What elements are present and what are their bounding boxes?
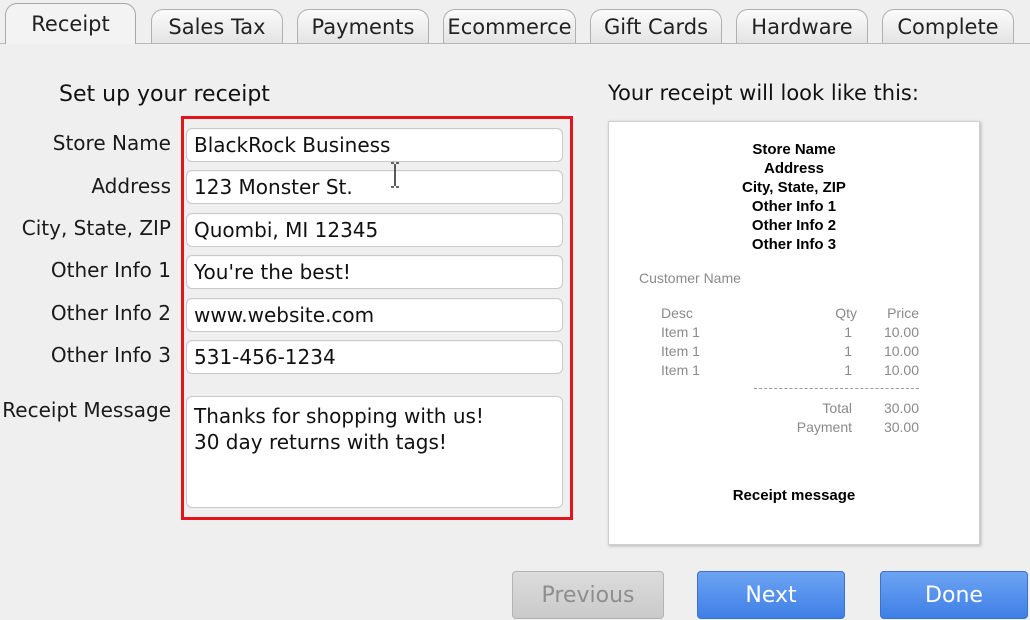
receipt-item-price: 10.00	[883, 343, 919, 359]
receipt-col-price: Price	[887, 305, 919, 321]
address-label: Address	[91, 174, 171, 198]
form-title: Set up your receipt	[59, 82, 270, 107]
tab-payments[interactable]: Payments	[297, 9, 429, 44]
receipt-item-desc: Item 1	[661, 324, 700, 340]
other-info-2-label: Other Info 2	[50, 301, 171, 325]
receipt-header-address: Address	[763, 160, 825, 177]
receipt-col-desc: Desc	[661, 305, 693, 321]
receipt-total-value: 30.00	[883, 400, 919, 416]
city-state-zip-label: City, State, ZIP	[21, 216, 171, 240]
other-info-1-label: Other Info 1	[50, 258, 171, 282]
receipt-customer-name: Customer Name	[639, 270, 741, 286]
next-button[interactable]: Next	[697, 571, 845, 619]
tab-gift-cards[interactable]: Gift Cards	[590, 9, 722, 44]
receipt-header-city: City, State, ZIP	[742, 179, 846, 196]
receipt-item-desc: Item 1	[661, 362, 700, 378]
other-info-1-input[interactable]	[186, 255, 563, 289]
receipt-item-qty: 1	[844, 324, 852, 340]
receipt-item-price: 10.00	[883, 324, 919, 340]
receipt-payment-value: 30.00	[883, 419, 919, 435]
tab-complete[interactable]: Complete	[882, 9, 1014, 44]
receipt-message-input[interactable]: Thanks for shopping with us! 30 day retu…	[186, 396, 563, 508]
receipt-item-desc: Item 1	[661, 343, 700, 359]
receipt-item-price: 10.00	[883, 362, 919, 378]
tab-sales-tax[interactable]: Sales Tax	[151, 9, 283, 44]
receipt-divider	[754, 388, 919, 389]
receipt-header-other-3: Other Info 3	[751, 236, 837, 253]
tab-hardware[interactable]: Hardware	[736, 9, 868, 44]
receipt-header-store-name: Store Name	[752, 141, 836, 158]
receipt-item-qty: 1	[844, 343, 852, 359]
other-info-2-input[interactable]	[186, 298, 563, 332]
done-button[interactable]: Done	[880, 571, 1028, 619]
receipt-payment-label: Payment	[796, 419, 852, 435]
receipt-total-label: Total	[822, 400, 852, 416]
receipt-header-other-2: Other Info 2	[751, 217, 837, 234]
receipt-message-preview: Receipt message	[732, 487, 856, 504]
receipt-item-qty: 1	[844, 362, 852, 378]
preview-title: Your receipt will look like this:	[608, 81, 919, 105]
city-state-zip-input[interactable]	[186, 213, 563, 247]
receipt-header-other-1: Other Info 1	[751, 198, 837, 215]
receipt-preview: Store Name Address City, State, ZIP Othe…	[608, 121, 980, 545]
store-name-label: Store Name	[52, 131, 171, 155]
store-name-input[interactable]	[186, 128, 563, 162]
receipt-message-label: Receipt Message	[2, 398, 171, 422]
tab-receipt[interactable]: Receipt	[5, 3, 136, 44]
other-info-3-input[interactable]	[186, 340, 563, 374]
receipt-col-qty: Qty	[835, 305, 857, 321]
other-info-3-label: Other Info 3	[50, 343, 171, 367]
previous-button[interactable]: Previous	[512, 571, 664, 619]
text-cursor-icon	[391, 162, 399, 188]
address-input[interactable]	[186, 170, 563, 204]
tab-bar: Receipt Sales Tax Payments Ecommerce Gif…	[0, 0, 1030, 44]
tab-ecommerce[interactable]: Ecommerce	[443, 9, 576, 44]
